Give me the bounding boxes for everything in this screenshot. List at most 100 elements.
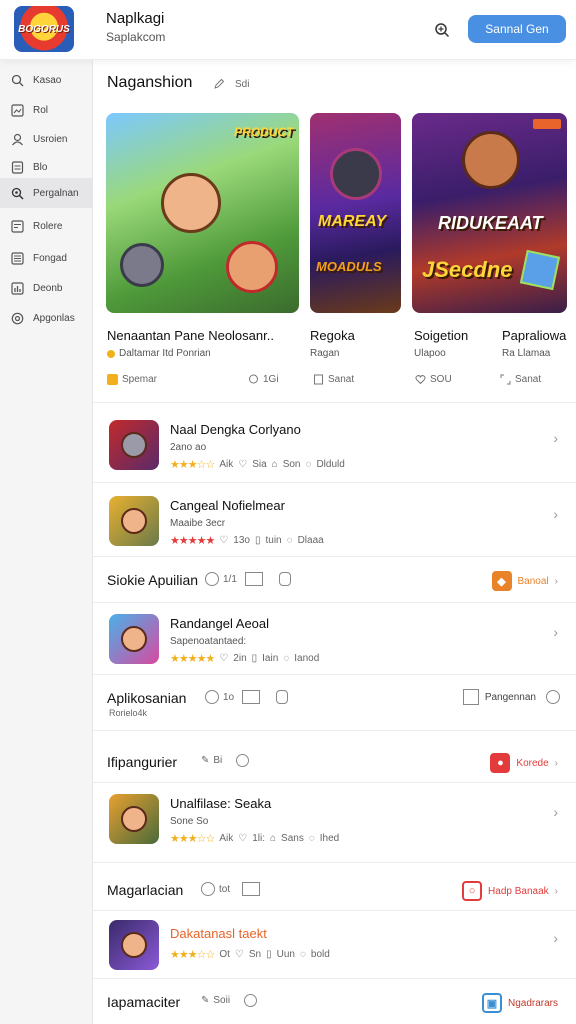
divider xyxy=(93,482,576,483)
grid-icon xyxy=(11,219,24,233)
sidebar-item-pergalnan[interactable]: Pergalnan xyxy=(0,178,93,208)
section-meta: ✎ Bi xyxy=(201,754,250,767)
sidebar-item-usroien[interactable]: Usroien xyxy=(0,124,93,154)
game-name: Naal Dengka Corlyano xyxy=(170,422,301,437)
brand-icon: ● xyxy=(490,753,511,773)
character-art xyxy=(161,173,221,233)
featured-tile-2[interactable]: MAREAY MOADULS xyxy=(310,113,401,313)
section-subtitle: Rorielo4k xyxy=(109,708,148,718)
tile-meta: 1Gi xyxy=(248,374,279,385)
meta-text: 2in xyxy=(233,653,247,664)
tile-art-text: MOADULS xyxy=(316,259,382,274)
list-item[interactable]: Randangel Aeoal Sapenoatantaed: ★★★★★ ♡ 2… xyxy=(93,606,576,676)
tile-title[interactable]: Regoka xyxy=(310,328,355,343)
tile-title[interactable]: Papraliowa xyxy=(502,328,566,343)
sidebar-item-apgonlas[interactable]: Apgonlas xyxy=(0,303,93,333)
list-item[interactable]: Cangeal Nofielmear Maaibe 3ecr ★★★★★ ♡ 13… xyxy=(93,488,576,558)
section-action[interactable]: ○ Hadp Banaak › xyxy=(462,881,558,901)
star-rating: ★★★☆☆ xyxy=(170,833,215,845)
comment-icon: ◌ xyxy=(283,653,290,664)
clock-icon xyxy=(205,572,219,586)
tile-art-text: JSecdne xyxy=(422,257,513,282)
meta-text: 1o xyxy=(223,691,235,703)
featured-tile-1[interactable]: PRODUCT xyxy=(106,113,299,313)
tile-title[interactable]: Nenaantan Pane Neolosanr.. xyxy=(107,328,274,343)
meta-text: Sn xyxy=(248,949,262,960)
chevron-right-icon[interactable]: › xyxy=(553,930,558,946)
meta-text: 13o xyxy=(233,535,250,546)
sidebar-item-fongad[interactable]: Fongad xyxy=(0,243,93,273)
game-meta: ★★★☆☆ Aik ♡ 1li: ⌂ Sans ◌ Ihed xyxy=(170,832,339,845)
featured-tile-3[interactable]: RIDUKEAAT JSecdne xyxy=(412,113,567,313)
section-action[interactable]: ▣ Ngadrarars xyxy=(481,993,558,1013)
action-label: Ngadrarars xyxy=(507,997,558,1009)
section-title: Magarlacian xyxy=(107,882,184,898)
tile-subtitle: Daltamar Itd Ponrian xyxy=(107,348,211,359)
sidebar-item-kasao[interactable]: Kasao xyxy=(0,65,93,95)
game-subtitle: Sapenoatantaed: xyxy=(170,636,247,647)
sidebar-item-label: Blo xyxy=(33,161,48,173)
sidebar-item-label: Rolere xyxy=(33,220,63,232)
sidebar-item-label: Deonb xyxy=(33,282,63,294)
game-thumbnail xyxy=(109,614,159,664)
app-subtitle: Saplakcom xyxy=(106,30,166,44)
section-title: Aplikosanian xyxy=(107,690,187,706)
chart-icon xyxy=(462,689,479,705)
divider xyxy=(93,674,576,675)
tile-meta: Spemar xyxy=(107,374,157,385)
tile-meta: Sanat xyxy=(500,374,541,385)
chart-icon xyxy=(11,281,24,295)
bookmark-icon: ▯ xyxy=(254,535,261,546)
section-action[interactable]: ◆ Banoal › xyxy=(491,571,558,591)
divider xyxy=(93,978,576,979)
chevron-right-icon[interactable]: › xyxy=(553,624,558,640)
bookmark-icon: ⌂ xyxy=(271,459,278,470)
tile-title[interactable]: Soigetion xyxy=(414,328,468,343)
game-meta: ★★★★★ ♡ 2in ▯ Iain ◌ Ianod xyxy=(170,652,319,665)
list-item[interactable]: Dakatanasl taekt ★★★☆☆ Ot ♡ Sn ▯ Uun ◌ bold… xyxy=(93,912,576,982)
tile-subtitle: Ulapoo xyxy=(414,348,446,359)
list-item[interactable]: Naal Dengka Corlyano 2ano ao ★★★☆☆ Aik ♡… xyxy=(93,412,576,482)
bookmark-icon: ▯ xyxy=(266,949,272,960)
game-meta: ★★★☆☆ Ot ♡ Sn ▯ Uun ◌ bold xyxy=(170,948,330,961)
meta-text: Sia xyxy=(252,459,267,470)
settings-icon xyxy=(11,312,24,324)
meta-text: Sans xyxy=(281,833,304,844)
chevron-right-icon[interactable]: › xyxy=(553,430,558,446)
section-header: Magarlacian tot ○ Hadp Banaak › xyxy=(93,870,576,910)
user-icon xyxy=(12,133,23,145)
sidebar: Kasao Rol Usroien Blo Pergalnan Rolere F… xyxy=(0,60,93,1024)
meta-text: Ot xyxy=(219,949,230,960)
lock-icon xyxy=(276,690,289,704)
app-logo[interactable]: BOGORUS xyxy=(14,6,74,52)
meta-text: Aik xyxy=(219,459,234,470)
sidebar-item-rol[interactable]: Rol xyxy=(0,95,93,125)
game-name: Randangel Aeoal xyxy=(170,616,270,631)
chevron-right-icon[interactable]: › xyxy=(553,506,558,522)
game-name: Cangeal Nofielmear xyxy=(170,498,285,513)
section-action[interactable]: Pangennan xyxy=(462,689,560,705)
section-action[interactable]: ● Korede › xyxy=(490,753,558,773)
character-art xyxy=(121,932,147,958)
brand-icon: ▣ xyxy=(481,993,502,1013)
chevron-right-icon[interactable]: › xyxy=(553,804,558,820)
tile-meta-text: 1Gi xyxy=(263,374,279,385)
badge xyxy=(533,119,561,129)
tile-meta: Sanat xyxy=(313,374,354,385)
search-icon[interactable] xyxy=(432,20,452,40)
bookmark-icon xyxy=(314,374,323,385)
sidebar-item-deonb[interactable]: Deonb xyxy=(0,273,93,303)
header-action-button[interactable]: Sannal Gen xyxy=(468,15,566,43)
tile-subtitle: Ragan xyxy=(310,348,340,359)
edit-icon xyxy=(214,78,225,89)
section-title: Ifipangurier xyxy=(107,754,178,770)
brand-icon: ◆ xyxy=(491,571,512,591)
expand-icon xyxy=(500,374,511,385)
meta-text: Dlduld xyxy=(316,459,345,470)
tile-meta-text: Sanat xyxy=(515,374,542,385)
game-subtitle: Maaibe 3ecr xyxy=(170,518,226,529)
sidebar-item-rolere[interactable]: Rolere xyxy=(0,211,93,241)
list-item[interactable]: Unalfilase: Seaka Sone So ★★★☆☆ Aik ♡ 1li… xyxy=(93,786,576,856)
meta-text: tot xyxy=(219,883,231,895)
section-meta: tot xyxy=(201,882,261,896)
